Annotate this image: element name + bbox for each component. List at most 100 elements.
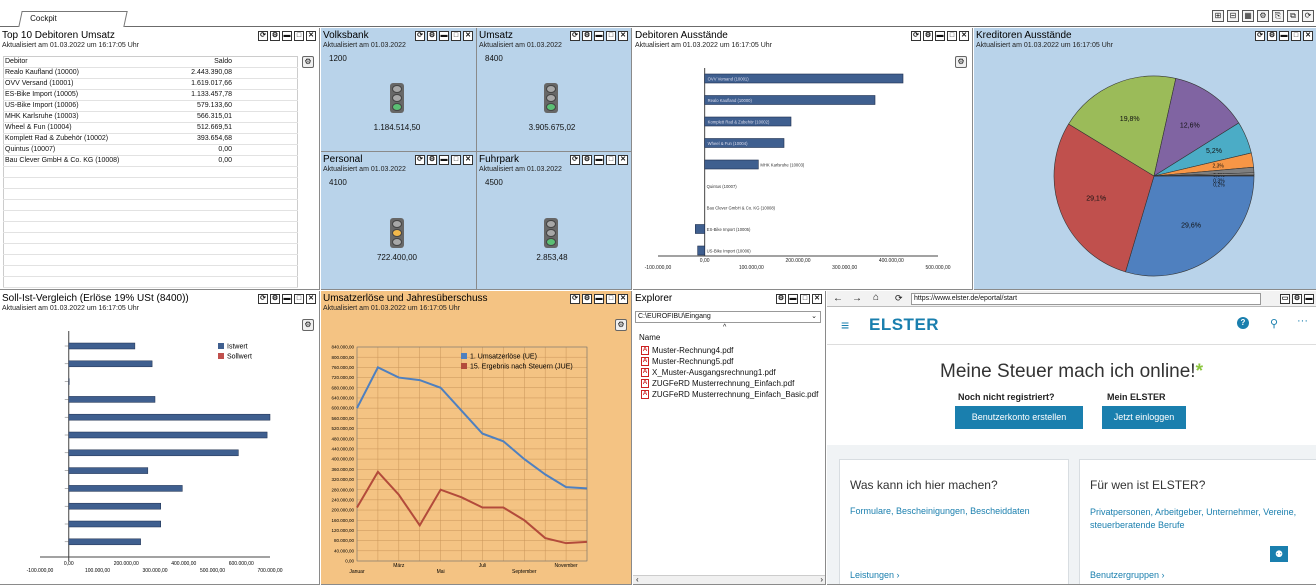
add-panel-icon[interactable]: ⊞ bbox=[1212, 10, 1224, 22]
tick-label: September bbox=[512, 569, 537, 575]
tick-label: 520.000,00 bbox=[331, 426, 354, 431]
refresh-icon[interactable]: ⟳ bbox=[895, 293, 903, 304]
refresh-icon[interactable]: ⟳ bbox=[415, 31, 425, 41]
file-item[interactable]: A X_Muster-Ausgangsrechnung1.pdf bbox=[641, 367, 818, 378]
export-icon[interactable]: ⎘ bbox=[1272, 10, 1284, 22]
settings-icon[interactable]: ⚙ bbox=[1292, 294, 1302, 304]
slice-label: 29,1% bbox=[1086, 195, 1106, 202]
remove-panel-icon[interactable]: ⊟ bbox=[1227, 10, 1239, 22]
refresh-icon[interactable]: ⟳ bbox=[1302, 10, 1314, 22]
table-row[interactable]: Bau Clever GmbH & Co. KG (10008) 0,00 bbox=[3, 155, 298, 167]
table-row[interactable]: Wheel & Fun (10004) 512.669,51 bbox=[3, 122, 298, 134]
settings-icon[interactable]: ⚙ bbox=[427, 31, 437, 41]
table-row[interactable]: Realo Kaufland (10000) 2.443.390,08 bbox=[3, 67, 298, 79]
umsatz-line-chart: 0,00 40.000,00 80.000,00 120.000,00 160.000,… bbox=[331, 345, 588, 575]
close-icon[interactable]: ✕ bbox=[463, 155, 473, 165]
minimize-icon[interactable]: ▬ bbox=[594, 155, 604, 165]
settings-icon[interactable]: ⚙ bbox=[582, 155, 592, 165]
table-row[interactable]: Quintus (10007) 0,00 bbox=[3, 144, 298, 156]
debitoren-table: Debitor Saldo Realo Kaufland (10000) 2.443… bbox=[3, 56, 298, 288]
tick-label: 120.000,00 bbox=[331, 528, 354, 533]
table-row[interactable]: US-Bike Import (10006) 579.133,60 bbox=[3, 100, 298, 112]
card-link[interactable]: Benutzergruppen › bbox=[1090, 570, 1165, 580]
settings-icon[interactable]: ⚙ bbox=[427, 155, 437, 165]
maximize-icon[interactable]: □ bbox=[606, 155, 616, 165]
path-select[interactable]: C:\EUROFIBU\Eingang ⌄ bbox=[635, 311, 821, 323]
legend-label: Istwert bbox=[227, 344, 248, 351]
tick-label: 700.000,00 bbox=[257, 568, 282, 574]
gear-icon[interactable]: ⚙ bbox=[302, 56, 314, 68]
copy-icon[interactable]: ⧉ bbox=[1287, 10, 1299, 22]
window-icon[interactable]: ▭ bbox=[1280, 294, 1290, 304]
close-icon[interactable]: ✕ bbox=[812, 294, 822, 304]
close-icon[interactable]: ✕ bbox=[618, 155, 628, 165]
series-line bbox=[356, 366, 588, 490]
file-name: Muster-Rechnung5.pdf bbox=[652, 357, 734, 366]
file-item[interactable]: A Muster-Rechnung5.pdf bbox=[641, 356, 818, 367]
tick-label: 240.000,00 bbox=[331, 497, 354, 502]
settings-icon[interactable]: ⚙ bbox=[582, 31, 592, 41]
tab-cockpit[interactable]: Cockpit bbox=[18, 11, 128, 27]
search-icon[interactable]: ⚲ bbox=[1270, 317, 1278, 330]
refresh-icon[interactable]: ⟳ bbox=[570, 155, 580, 165]
card-text: Privatpersonen, Arbeitgeber, Unternehmer… bbox=[1090, 507, 1297, 530]
minimize-icon[interactable]: ▬ bbox=[1304, 294, 1314, 304]
panel-title: Volksbank bbox=[323, 30, 369, 41]
table-row[interactable]: ES-Bike Import (10005) 1.133.457,78 bbox=[3, 89, 298, 101]
url-input[interactable]: https://www.elster.de/eportal/start bbox=[911, 293, 1261, 305]
file-name: ZUGFeRD Musterrechnung_Einfach.pdf bbox=[652, 379, 795, 388]
tick-label: 40.000,00 bbox=[334, 548, 355, 553]
refresh-icon[interactable]: ⟳ bbox=[570, 31, 580, 41]
maximize-icon[interactable]: □ bbox=[606, 31, 616, 41]
close-icon[interactable]: ✕ bbox=[306, 31, 316, 41]
bar bbox=[695, 224, 705, 234]
settings-icon[interactable]: ⚙ bbox=[776, 294, 786, 304]
maximize-icon[interactable]: □ bbox=[451, 155, 461, 165]
pdf-icon: A bbox=[641, 368, 649, 377]
legend-swatch bbox=[218, 343, 224, 349]
settings-icon[interactable]: ⚙ bbox=[1257, 10, 1269, 22]
browser-toolbar: ← → ⌂ ⟳ https://www.elster.de/eportal/st… bbox=[827, 291, 1316, 307]
refresh-icon[interactable]: ⟳ bbox=[415, 155, 425, 165]
tick-label: 360.000,00 bbox=[331, 467, 354, 472]
tick-label: 680.000,00 bbox=[331, 385, 354, 390]
login-button[interactable]: Jetzt einloggen bbox=[1102, 406, 1186, 429]
more-icon[interactable]: ··· bbox=[1297, 315, 1308, 327]
card-audience[interactable]: Für wen ist ELSTER? Privatpersonen, Arbe… bbox=[1079, 459, 1316, 584]
back-icon[interactable]: ← bbox=[833, 293, 843, 304]
close-icon[interactable]: ✕ bbox=[463, 31, 473, 41]
table-row[interactable]: MHK Karlsruhe (10003) 566.315,01 bbox=[3, 111, 298, 123]
refresh-icon[interactable]: ⟳ bbox=[258, 31, 268, 41]
minimize-icon[interactable]: ▬ bbox=[439, 155, 449, 165]
cell-saldo: 2.443.390,08 bbox=[170, 67, 234, 79]
table-row[interactable]: Komplett Rad & Zubehör (10002) 393.654,68 bbox=[3, 133, 298, 145]
minimize-icon[interactable]: ▬ bbox=[439, 31, 449, 41]
layout-icon[interactable]: ▦ bbox=[1242, 10, 1254, 22]
help-icon[interactable]: ? bbox=[1237, 317, 1249, 329]
panel-updated: Aktualisiert am 01.03.2022 bbox=[479, 42, 562, 49]
horizontal-scrollbar[interactable]: ‹ › bbox=[633, 575, 825, 584]
home-icon[interactable]: ⌂ bbox=[873, 292, 879, 303]
minimize-icon[interactable]: ▬ bbox=[594, 31, 604, 41]
maximize-icon[interactable]: □ bbox=[451, 31, 461, 41]
menu-icon[interactable]: ≡ bbox=[841, 317, 849, 333]
file-item[interactable]: A ZUGFeRD Musterrechnung_Einfach_Basic.pd… bbox=[641, 389, 818, 400]
maximize-icon[interactable]: □ bbox=[294, 31, 304, 41]
bar-label: Wheel & Fun (10004) bbox=[708, 141, 748, 146]
panel-title: Personal bbox=[323, 154, 363, 165]
create-account-button[interactable]: Benutzerkonto erstellen bbox=[955, 406, 1083, 429]
card-services[interactable]: Was kann ich hier machen? Formulare, Bes… bbox=[839, 459, 1069, 584]
kpi-value: 2.853,48 bbox=[536, 253, 568, 262]
settings-icon[interactable]: ⚙ bbox=[270, 31, 280, 41]
minimize-icon[interactable]: ▬ bbox=[788, 294, 798, 304]
maximize-icon[interactable]: □ bbox=[800, 294, 810, 304]
close-icon[interactable]: ✕ bbox=[618, 31, 628, 41]
table-row[interactable]: OVV Versand (10001) 1.619.017,66 bbox=[3, 78, 298, 90]
tick-label: 300.000,00 bbox=[832, 265, 857, 271]
file-item[interactable]: A ZUGFeRD Musterrechnung_Einfach.pdf bbox=[641, 378, 818, 389]
file-item[interactable]: A Muster-Rechnung4.pdf bbox=[641, 345, 818, 356]
card-link[interactable]: Leistungen › bbox=[850, 570, 900, 580]
forward-icon[interactable]: → bbox=[852, 293, 862, 304]
minimize-icon[interactable]: ▬ bbox=[282, 31, 292, 41]
legend-swatch bbox=[461, 353, 467, 359]
